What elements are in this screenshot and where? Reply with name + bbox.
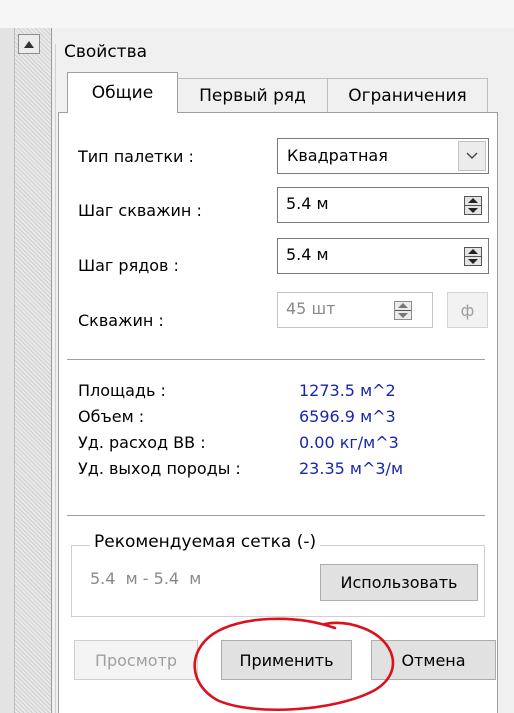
well-spacing-label: Шаг скважин :: [78, 201, 202, 220]
preview-button: Просмотр: [74, 640, 198, 680]
divider: [67, 359, 485, 360]
row-spacing-stepper[interactable]: [464, 247, 482, 266]
area-value: 1273.5 м^2: [299, 381, 396, 400]
arrow-down-icon: [398, 313, 408, 318]
recommended-grid-value: 5.4 м - 5.4 м: [90, 569, 202, 588]
palette-type-select[interactable]: Квадратная: [277, 138, 489, 174]
wells-count-value: 45 шт: [286, 299, 336, 318]
rock-yield-label: Уд. выход породы :: [78, 459, 241, 478]
row-spacing-input[interactable]: 5.4 м: [277, 238, 489, 274]
tab-constraints[interactable]: Ограничения: [327, 78, 488, 112]
palette-type-label: Тип палетки :: [78, 147, 194, 166]
well-spacing-value: 5.4 м: [286, 194, 329, 213]
chevron-up-icon: [24, 40, 34, 48]
well-spacing-stepper[interactable]: [464, 196, 482, 215]
panel-title: Свойства: [64, 42, 148, 62]
recommended-grid-title: Рекомендуемая сетка (-): [90, 532, 321, 552]
vertical-scrollbar[interactable]: [14, 28, 52, 713]
well-spacing-input[interactable]: 5.4 м: [277, 187, 489, 223]
wells-count-stepper: [394, 301, 412, 320]
area-label: Площадь :: [78, 381, 166, 400]
row-spacing-value: 5.4 м: [286, 245, 329, 264]
left-splitter[interactable]: [0, 28, 15, 713]
volume-value: 6596.9 м^3: [299, 407, 396, 426]
cancel-button[interactable]: Отмена: [371, 640, 496, 680]
tab-first-row[interactable]: Первый ряд: [177, 78, 328, 112]
use-button[interactable]: Использовать: [320, 564, 478, 601]
arrow-up-icon: [468, 198, 478, 203]
row-spacing-label: Шаг рядов :: [78, 256, 179, 275]
wells-count-input: 45 шт: [277, 292, 433, 328]
wells-label: Скважин :: [78, 311, 164, 330]
arrow-up-icon: [468, 249, 478, 254]
apply-button[interactable]: Применить: [221, 640, 352, 680]
explosive-consumption-value: 0.00 кг/м^3: [299, 433, 399, 452]
arrow-up-icon: [398, 303, 408, 308]
window-top-area: [0, 0, 514, 28]
arrow-down-icon: [468, 259, 478, 264]
tab-general[interactable]: Общие: [67, 72, 178, 113]
arrow-down-icon: [468, 208, 478, 213]
divider: [67, 515, 485, 516]
scroll-up-button[interactable]: [18, 34, 40, 54]
chevron-down-icon[interactable]: [458, 141, 486, 171]
explosive-consumption-label: Уд. расход ВВ :: [78, 433, 206, 452]
palette-type-value: Квадратная: [287, 146, 388, 165]
phi-button: ф: [447, 292, 488, 328]
volume-label: Объем :: [78, 407, 145, 426]
rock-yield-value: 23.35 м^3/м: [299, 459, 404, 478]
